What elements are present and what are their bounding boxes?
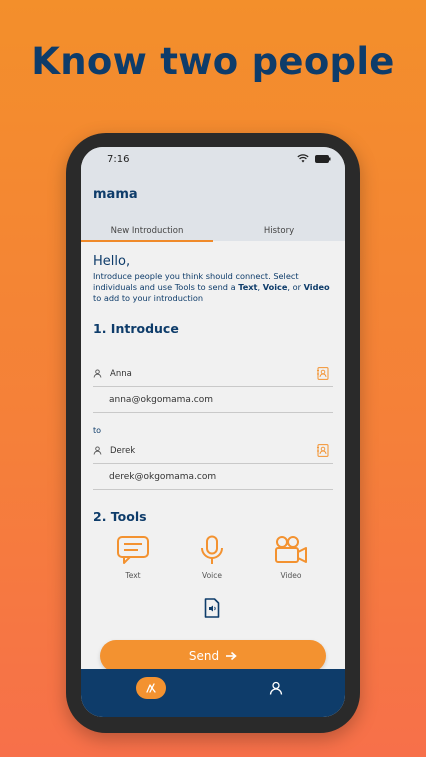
audio-file-button[interactable]	[204, 598, 220, 622]
greeting: Hello,	[93, 254, 131, 269]
tool-video-label: Video	[280, 571, 302, 580]
section-tools-title: 2. Tools	[93, 509, 147, 524]
audio-file-icon	[204, 598, 220, 618]
battery-icon	[315, 154, 331, 163]
intro-text: Introduce people you think should connec…	[93, 271, 333, 304]
chat-icon	[117, 536, 149, 564]
to-label: to	[93, 426, 102, 435]
person-icon	[93, 369, 102, 378]
tab-bar: New Introduction History	[81, 223, 345, 242]
section-introduce-title: 1. Introduce	[93, 321, 179, 336]
tab-history[interactable]: History	[213, 223, 345, 241]
person1-name-field[interactable]: Anna	[93, 361, 333, 387]
headline: Know two people	[31, 40, 395, 83]
intro-text-word: Text	[238, 282, 258, 292]
person2-name: Derek	[110, 445, 136, 456]
introduction-form: Hello, Introduce people you think should…	[81, 241, 345, 681]
tab-new-introduction[interactable]: New Introduction	[81, 223, 213, 242]
tool-video-button[interactable]: Video	[266, 535, 316, 580]
person1-name: Anna	[110, 368, 132, 379]
phone-screen: 7:16 mama New Introduction History Hello…	[81, 147, 345, 717]
intro-sep2: , or	[287, 282, 304, 292]
wifi-icon	[297, 154, 309, 163]
tool-text-label: Text	[125, 571, 141, 580]
send-button[interactable]: Send	[100, 640, 326, 672]
microphone-icon	[201, 535, 223, 564]
person1-email-field[interactable]: anna@okgomama.com	[93, 387, 333, 413]
contact-book-icon[interactable]	[317, 444, 329, 457]
nav-introductions[interactable]	[136, 677, 166, 699]
person2-email-field[interactable]: derek@okgomama.com	[93, 464, 333, 490]
nav-profile[interactable]	[261, 677, 291, 699]
app-header: 7:16 mama New Introduction History	[81, 147, 345, 242]
status-icons	[297, 154, 331, 163]
contact-book-icon[interactable]	[317, 367, 329, 380]
intro-part2: to add to your introduction	[93, 293, 204, 303]
tool-voice-label: Voice	[202, 571, 222, 580]
bottom-navigation	[81, 669, 345, 717]
send-label: Send	[188, 649, 220, 663]
person-icon	[93, 446, 102, 455]
person1-email: anna@okgomama.com	[109, 394, 214, 405]
arrow-right-icon	[226, 651, 237, 661]
status-time: 7:16	[107, 154, 130, 165]
tool-voice-button[interactable]: Voice	[187, 535, 237, 580]
person2-email: derek@okgomama.com	[109, 471, 217, 482]
video-camera-icon	[275, 536, 307, 563]
phone-frame: 7:16 mama New Introduction History Hello…	[66, 133, 360, 733]
handshake-icon	[146, 683, 156, 693]
app-title: mama	[93, 187, 138, 202]
tool-text-button[interactable]: Text	[108, 535, 158, 580]
person-icon	[269, 681, 283, 695]
intro-voice-word: Voice	[262, 282, 288, 292]
intro-video-word: Video	[303, 282, 330, 292]
person2-name-field[interactable]: Derek	[93, 438, 333, 464]
status-bar: 7:16	[81, 147, 345, 173]
